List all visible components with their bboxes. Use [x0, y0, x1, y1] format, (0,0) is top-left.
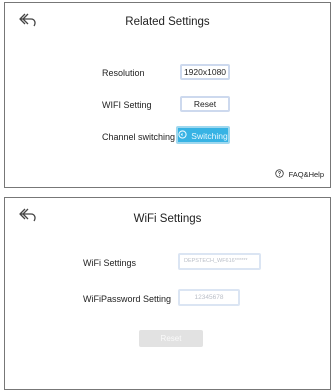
switching-button[interactable]: Switching	[176, 126, 230, 144]
wifi-ssid-label: WiFi Settings	[83, 258, 137, 268]
page-title: WiFi Settings	[133, 213, 202, 225]
wifi-setting-label: WIFI Setting	[102, 100, 152, 110]
wifi-password-input[interactable]: 12345678	[178, 289, 240, 306]
wifi-password-label: WiFiPassword Setting	[83, 294, 172, 304]
wifi-reset-button[interactable]: Reset	[180, 96, 230, 112]
page-title: Related Settings	[125, 16, 210, 28]
reset-button[interactable]: Reset	[139, 330, 203, 347]
wifi-ssid-input[interactable]: DEPSTECH_WF616******	[178, 253, 261, 270]
wifi-settings-panel: WiFi Settings WiFi Settings DEPSTECH_WF6…	[4, 197, 331, 390]
switching-label: Switching	[191, 130, 228, 141]
resolution-button[interactable]: 1920x1080	[180, 64, 230, 80]
faq-help-label: FAQ&Help	[288, 170, 324, 179]
switch-icon	[178, 129, 187, 143]
related-settings-panel: Related Settings Resolution 1920x1080 WI…	[4, 2, 331, 188]
faq-help-link[interactable]: FAQ&Help	[274, 169, 324, 180]
help-icon	[274, 169, 284, 180]
resolution-label: Resolution	[102, 68, 145, 78]
channel-switching-label: Channel switching	[102, 132, 176, 142]
